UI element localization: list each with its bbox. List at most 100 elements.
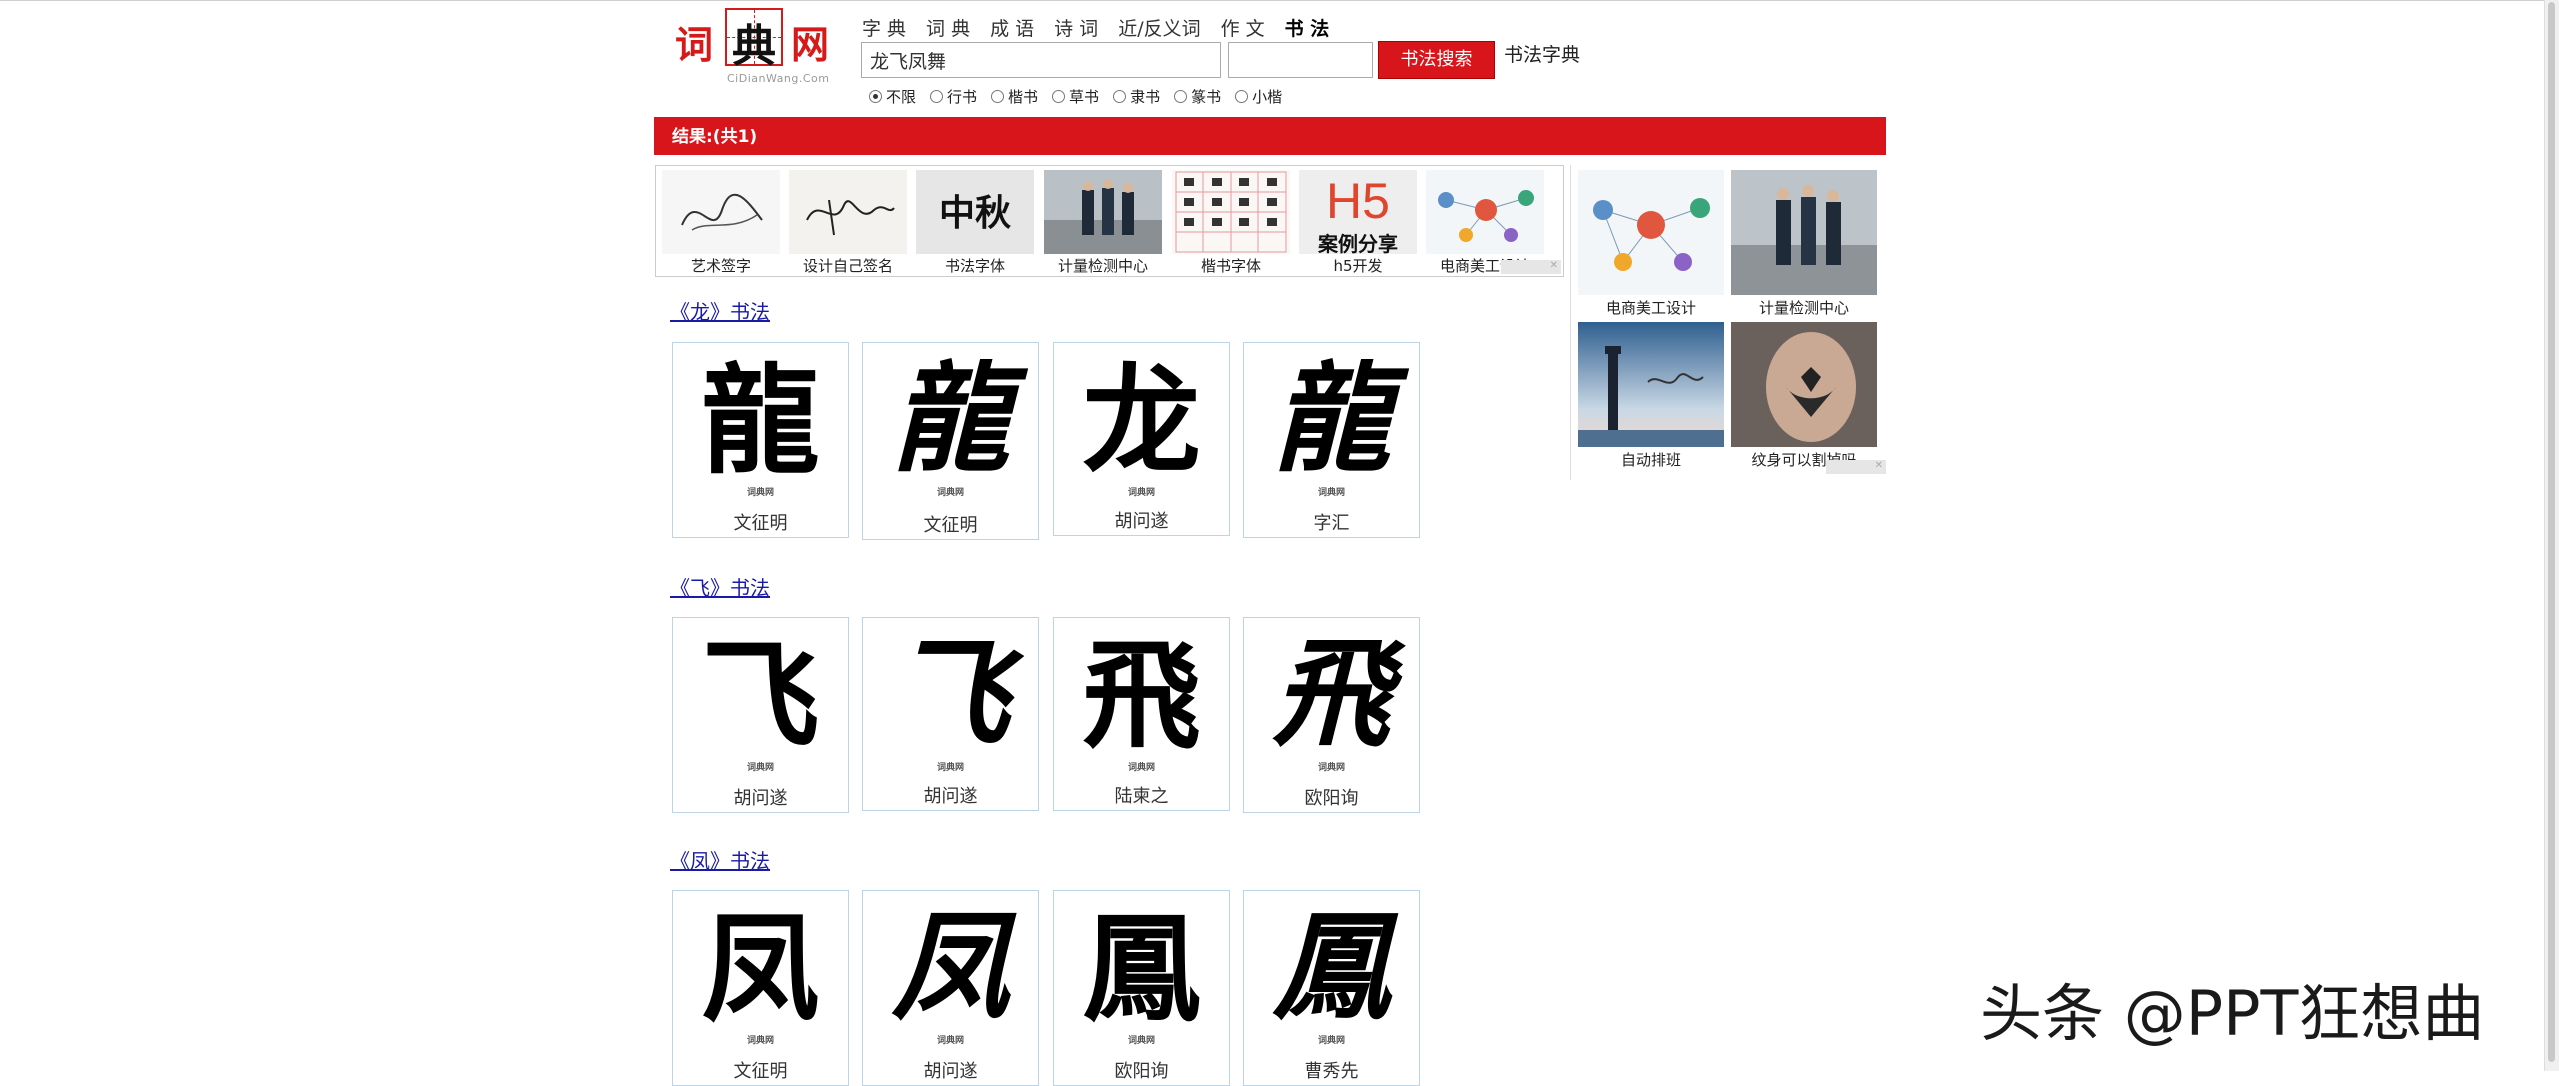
search-input[interactable]: 龙飞凤舞 xyxy=(861,42,1221,78)
ad-tile[interactable]: H5 案例分享 h5开发 xyxy=(1299,170,1417,276)
scrollbar-thumb[interactable] xyxy=(2548,2,2555,1062)
calligraphy-card[interactable]: 龙词典网 胡问遂 xyxy=(1053,342,1230,536)
calligraphy-card[interactable]: 龍词典网 文征明 xyxy=(862,342,1039,540)
page-scrollbar[interactable] xyxy=(2544,0,2559,1071)
radio-any[interactable]: 不限 xyxy=(869,86,916,107)
radio-circle[interactable] xyxy=(930,90,944,103)
ad-tile[interactable]: 设计自己签名 xyxy=(789,170,907,276)
radio-label: 不限 xyxy=(886,88,917,106)
calligraphy-card[interactable]: 飛词典网 欧阳询 xyxy=(1243,617,1420,813)
calligraphy-card[interactable]: 凤词典网 文征明 xyxy=(672,890,849,1086)
radio-label: 行书 xyxy=(947,88,978,106)
watermark-text: 头条 @PPT狂想曲 xyxy=(1980,977,2485,1050)
radio-label: 小楷 xyxy=(1252,88,1283,106)
ad-tile[interactable]: 中秋 书法字体 xyxy=(916,170,1034,276)
ad-tile[interactable]: 楷书字体 xyxy=(1172,170,1290,276)
ad-caption: 电商美工设计 xyxy=(1605,299,1696,317)
h5-ad-big-text: H5 xyxy=(1326,173,1390,229)
radio-circle[interactable] xyxy=(1174,90,1188,103)
glyph-watermark: 词典网 xyxy=(1317,763,1345,773)
calligrapher-name: 文征明 xyxy=(733,1061,788,1082)
tattoo-ad-image xyxy=(1731,322,1877,447)
glyph-watermark: 词典网 xyxy=(936,763,964,773)
calligraphy-glyph-image: 鳳 xyxy=(1272,903,1391,1034)
secondary-input[interactable] xyxy=(1228,42,1373,78)
calligraphy-card[interactable]: 飞词典网 胡问遂 xyxy=(672,617,849,813)
calligraphy-card[interactable]: 龍词典网 文征明 xyxy=(672,342,849,538)
calligraphy-glyph-image: 飛 xyxy=(1272,630,1391,761)
radio-label: 篆书 xyxy=(1191,88,1222,106)
calligraphy-card[interactable]: 龍词典网 字汇 xyxy=(1243,342,1420,538)
calligraphy-glyph-image: 凤 xyxy=(701,899,820,1038)
radio-circle[interactable] xyxy=(1052,90,1066,103)
ad-tile[interactable]: 计量检测中心 xyxy=(1044,170,1162,276)
calligrapher-name: 胡问遂 xyxy=(923,786,978,807)
radio-circle[interactable] xyxy=(991,90,1005,103)
calligraphy-glyph-image: 鳳 xyxy=(1082,900,1201,1038)
section-title[interactable]: 《飞》书法 xyxy=(670,572,770,601)
calligraphy-search-button[interactable]: 书法搜索 xyxy=(1378,41,1495,79)
calligraphy-glyph-image: 龍 xyxy=(1272,355,1391,486)
ad-caption: h5开发 xyxy=(1333,257,1383,275)
nav-item-shufa[interactable]: 书 法 xyxy=(1285,14,1330,41)
calligraphy-glyph-image: 飞 xyxy=(891,630,1010,761)
calligrapher-name: 陆柬之 xyxy=(1114,786,1169,807)
site-logo[interactable]: 词 典 网 CiDianWang.Com xyxy=(675,8,833,85)
calligrapher-name: 字汇 xyxy=(1313,513,1350,534)
right-ad-tile[interactable]: 计量检测中心 xyxy=(1731,170,1877,318)
h5-ad-small-text: 案例分享 xyxy=(1318,232,1398,254)
nav-item-synonyms[interactable]: 近/反义词 xyxy=(1118,14,1200,41)
kaishu-ad-image xyxy=(1172,170,1290,254)
section-title[interactable]: 《凤》书法 xyxy=(670,845,770,874)
nav-item-cidian[interactable]: 词 典 xyxy=(926,14,970,41)
radio-lishu[interactable]: 隶书 xyxy=(1113,86,1160,107)
calligraphy-ad-image: 中秋 xyxy=(916,170,1034,254)
radio-kaishu[interactable]: 楷书 xyxy=(991,86,1038,107)
right-ad-tile[interactable]: 自动排班 xyxy=(1578,322,1724,470)
radio-label: 楷书 xyxy=(1008,88,1039,106)
ad-close-icon[interactable]: ✕ xyxy=(1501,260,1561,274)
radio-circle[interactable] xyxy=(869,90,882,103)
calligraphy-glyph-image: 飞 xyxy=(701,626,820,765)
calligraphy-card[interactable]: 鳳词典网 欧阳询 xyxy=(1053,890,1230,1086)
right-ad-tile[interactable]: 电商美工设计 xyxy=(1578,170,1724,318)
signature-ad-image xyxy=(789,170,907,254)
nav-item-zidian[interactable]: 字 典 xyxy=(862,14,906,41)
ad-tile[interactable]: 艺术签字 xyxy=(662,170,780,276)
logo-char-3: 网 xyxy=(791,22,830,67)
radio-label: 隶书 xyxy=(1130,88,1161,106)
result-bar: 结果:(共1) xyxy=(654,117,1886,155)
ad-caption: 计量检测中心 xyxy=(1758,299,1849,317)
right-ad-tile[interactable]: 纹身可以割掉吗 xyxy=(1731,322,1877,470)
nav-item-zuowen[interactable]: 作 文 xyxy=(1221,14,1265,41)
calligrapher-name: 欧阳询 xyxy=(1304,788,1359,809)
calligraphy-card[interactable]: 飛词典网 陆柬之 xyxy=(1053,617,1230,811)
glyph-watermark: 词典网 xyxy=(1317,488,1345,498)
ad-caption: 自动排班 xyxy=(1620,451,1681,469)
ad-close-icon[interactable]: ✕ xyxy=(1826,460,1886,474)
calligraphy-glyph-image: 龙 xyxy=(1082,352,1201,490)
calligraphy-dictionary-link[interactable]: 书法字典 xyxy=(1504,40,1580,67)
radio-zhuanshu[interactable]: 篆书 xyxy=(1174,86,1221,107)
calligraphy-card[interactable]: 凤词典网 胡问遂 xyxy=(862,890,1039,1086)
window-top-border xyxy=(0,0,2559,1)
radio-xiaokai[interactable]: 小楷 xyxy=(1235,86,1282,107)
calligrapher-name: 胡问遂 xyxy=(733,788,788,809)
glyph-watermark: 词典网 xyxy=(746,488,774,498)
glyph-watermark: 词典网 xyxy=(1127,1036,1155,1046)
radio-circle[interactable] xyxy=(1235,90,1249,103)
calligrapher-name: 曹秀先 xyxy=(1304,1061,1359,1082)
radio-xingshu[interactable]: 行书 xyxy=(930,86,977,107)
calligraphy-card[interactable]: 鳳词典网 曹秀先 xyxy=(1243,890,1420,1086)
calligraphy-card[interactable]: 飞词典网 胡问遂 xyxy=(862,617,1039,811)
radio-circle[interactable] xyxy=(1113,90,1127,103)
calligraphy-glyph-image: 凤 xyxy=(891,903,1010,1034)
nav-item-shici[interactable]: 诗 词 xyxy=(1054,14,1098,41)
photo-ad-image xyxy=(1731,170,1877,295)
radio-caoshu[interactable]: 草书 xyxy=(1052,86,1099,107)
section-title[interactable]: 《龙》书法 xyxy=(670,296,770,325)
calligraphy-glyph-image: 龍 xyxy=(701,351,820,490)
nav-item-chengyu[interactable]: 成 语 xyxy=(990,14,1034,41)
logo-char-1: 词 xyxy=(675,22,714,67)
lighthouse-ad-image xyxy=(1578,322,1724,447)
